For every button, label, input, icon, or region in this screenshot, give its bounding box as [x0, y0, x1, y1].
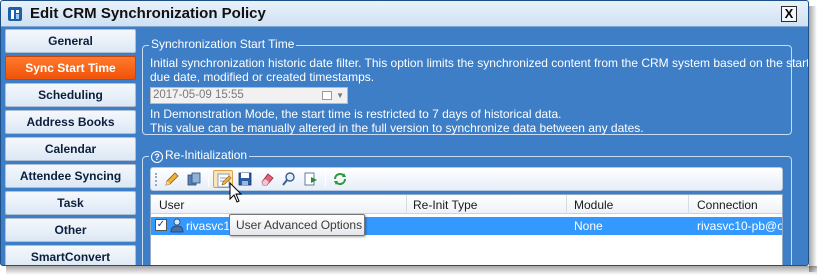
sidebar-item-task[interactable]: Task: [5, 191, 136, 215]
column-divider[interactable]: [406, 195, 407, 214]
column-header-connection[interactable]: Connection: [697, 198, 758, 212]
app-icon: [8, 7, 22, 21]
toolbar-separator: [208, 172, 209, 187]
demo-mode-line-2: This value can be manually altered in th…: [150, 121, 644, 135]
reinitialization-group: ? Re-Initialization User Re-Init Type Mo…: [142, 148, 792, 265]
chevron-down-icon: ▼: [336, 91, 344, 100]
start-date-picker[interactable]: 2017-05-09 15:55 ▼: [150, 87, 348, 104]
reinit-toolbar: [150, 167, 783, 191]
window-title: Edit CRM Synchronization Policy: [30, 5, 266, 22]
description-line-2: due date, modified or created timestamps…: [150, 70, 375, 84]
export-icon: [304, 172, 317, 186]
column-divider[interactable]: [688, 195, 689, 214]
title-bar[interactable]: Edit CRM Synchronization Policy X: [1, 1, 808, 27]
reinitialization-legend: ? Re-Initialization: [149, 148, 250, 163]
column-header-user[interactable]: User: [159, 198, 184, 212]
sidebar-item-sync-start-time[interactable]: Sync Start Time: [5, 56, 136, 80]
mouse-cursor-icon: [229, 182, 243, 203]
sidebar-item-calendar[interactable]: Calendar: [5, 137, 136, 161]
export-button[interactable]: [301, 170, 321, 188]
sidebar-item-address-books[interactable]: Address Books: [5, 110, 136, 134]
reinitialization-title: Re-Initialization: [165, 148, 248, 162]
search-icon: [282, 172, 295, 186]
sidebar-item-scheduling[interactable]: Scheduling: [5, 83, 136, 107]
window-shadow-bottom: [6, 266, 817, 275]
sidebar-item-other[interactable]: Other: [5, 218, 136, 242]
toolbar-separator: [325, 172, 326, 187]
cell-connection: rivasvc10-pb@omr: [697, 219, 783, 233]
policy-dialog: Edit CRM Synchronization Policy X Genera…: [0, 0, 809, 266]
description-line-1: Initial synchronization historic date fi…: [150, 56, 809, 70]
cell-module: None: [574, 219, 603, 233]
calendar-icon: [322, 91, 332, 100]
sidebar-item-attendee-syncing[interactable]: Attendee Syncing: [5, 164, 136, 188]
edit-button[interactable]: [162, 170, 182, 188]
eraser-icon: [261, 173, 274, 186]
row-checkbox[interactable]: ✓: [155, 219, 167, 231]
copy-button[interactable]: [184, 170, 204, 188]
sidebar-item-smartconvert[interactable]: SmartConvert: [5, 245, 136, 265]
grid-header: User Re-Init Type Module Connection: [151, 195, 782, 214]
refresh-icon: [334, 173, 346, 185]
demo-mode-line-1: In Demonstration Mode, the start time is…: [150, 107, 562, 121]
pencil-icon: [165, 172, 179, 186]
help-icon[interactable]: ?: [151, 151, 163, 163]
close-button[interactable]: X: [781, 6, 797, 22]
tooltip: User Advanced Options: [229, 214, 365, 236]
start-date-value: 2017-05-09 15:55: [153, 89, 244, 101]
clear-button[interactable]: [257, 170, 277, 188]
sync-start-time-group: Synchronization Start Time Initial synch…: [142, 37, 808, 135]
cell-user: rivasvc1: [186, 219, 231, 233]
sidebar-item-general[interactable]: General: [5, 29, 136, 53]
window-shadow-right: [809, 6, 817, 272]
column-header-reinit-type[interactable]: Re-Init Type: [413, 198, 477, 212]
column-divider[interactable]: [566, 195, 567, 214]
sync-start-time-legend: Synchronization Start Time: [149, 37, 297, 51]
sidebar-nav: General Sync Start Time Scheduling Addre…: [5, 29, 136, 265]
user-icon: [170, 218, 184, 233]
copy-icon: [187, 172, 201, 186]
find-button[interactable]: [279, 170, 299, 188]
refresh-button[interactable]: [330, 170, 350, 188]
column-header-module[interactable]: Module: [574, 198, 613, 212]
toolbar-grip[interactable]: [155, 173, 157, 186]
